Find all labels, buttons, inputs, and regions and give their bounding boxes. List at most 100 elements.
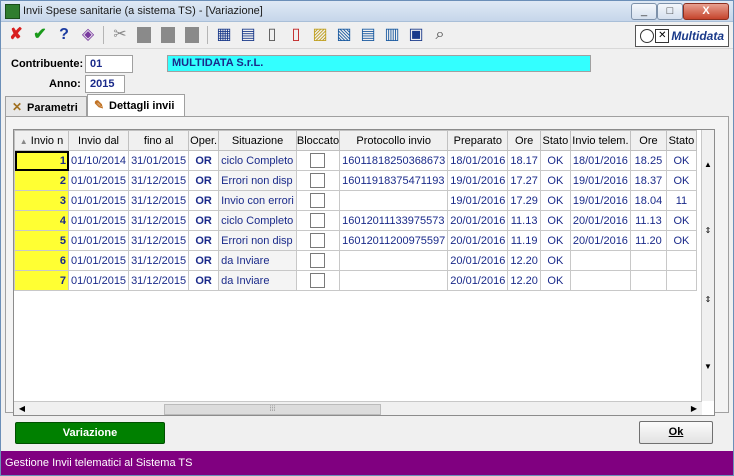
table-cell[interactable] xyxy=(629,270,667,291)
table-icon[interactable]: ▥ xyxy=(381,24,403,46)
table-cell[interactable]: 20/01/2016 xyxy=(447,250,509,271)
bloccato-checkbox[interactable] xyxy=(310,213,326,228)
tab-dettagli-invii[interactable]: ✎ Dettagli invii xyxy=(87,94,185,117)
bloccato-checkbox[interactable] xyxy=(310,193,326,208)
cell-invio-n[interactable]: 1 xyxy=(14,150,69,171)
confirm-icon[interactable]: ✔ xyxy=(29,24,51,46)
col-fino-al[interactable]: fino al xyxy=(128,130,190,151)
table-cell[interactable]: OK xyxy=(539,270,571,291)
col-invio-dal[interactable]: Invio dal xyxy=(67,130,130,151)
col-invio-n[interactable]: ▲ Invio n xyxy=(14,130,69,151)
table-row[interactable]: 3 01/01/2015 31/12/2015 OR Invio con errori 1… xyxy=(14,190,697,211)
table-cell[interactable]: OK xyxy=(539,210,571,231)
table-cell[interactable] xyxy=(339,270,449,291)
table-cell[interactable]: 16012011133975573 xyxy=(339,210,449,231)
table-cell[interactable]: OK xyxy=(665,210,697,231)
binoculars-icon[interactable]: ✂ xyxy=(109,24,131,46)
table-cell[interactable]: 31/12/2015 xyxy=(128,250,190,271)
table-row[interactable]: 6 01/01/2015 31/12/2015 OR da Inviare 20/01/2… xyxy=(14,250,697,271)
table-cell[interactable]: 17.27 xyxy=(507,170,541,191)
contribuente-field[interactable]: 01 xyxy=(85,55,133,73)
ruler-icon[interactable]: ▨ xyxy=(309,24,331,46)
table-cell[interactable]: 19/01/2016 xyxy=(447,170,509,191)
table-cell[interactable]: 31/12/2015 xyxy=(128,230,190,251)
cell-bloccato[interactable] xyxy=(295,190,341,211)
info-icon[interactable]: ◈ xyxy=(77,24,99,46)
table-cell[interactable]: 11 xyxy=(665,190,697,211)
record-gray2-icon[interactable] xyxy=(157,24,179,46)
cell-bloccato[interactable] xyxy=(295,210,341,231)
col-preparato[interactable]: Preparato xyxy=(447,130,509,151)
new-document-icon[interactable]: ▯ xyxy=(261,24,283,46)
col-protocollo[interactable]: Protocollo invio xyxy=(339,130,449,151)
table-cell[interactable] xyxy=(569,250,631,271)
variazione-button[interactable]: Variazione xyxy=(15,422,165,444)
table-cell[interactable]: OK xyxy=(665,150,697,171)
table-cell[interactable]: 18.37 xyxy=(629,170,667,191)
cell-oper[interactable]: OR xyxy=(188,210,220,231)
maximize-button[interactable]: □ xyxy=(657,3,683,20)
cell-oper[interactable]: OR xyxy=(188,190,220,211)
table-cell[interactable]: 17.29 xyxy=(507,190,541,211)
table-cell[interactable]: OK xyxy=(539,170,571,191)
computer-icon[interactable]: ▣ xyxy=(405,24,427,46)
clipboard-icon[interactable]: ▤ xyxy=(237,24,259,46)
table-cell[interactable]: 12.20 xyxy=(507,250,541,271)
cell-oper[interactable]: OR xyxy=(188,270,220,291)
list-icon[interactable]: ▤ xyxy=(357,24,379,46)
table-row[interactable]: 4 01/01/2015 31/12/2015 OR ciclo Completo 160… xyxy=(14,210,697,231)
table-cell[interactable] xyxy=(339,190,449,211)
table-cell[interactable]: 01/01/2015 xyxy=(67,250,130,271)
table-cell[interactable]: da Inviare xyxy=(218,250,297,271)
cell-oper[interactable]: OR xyxy=(188,230,220,251)
table-cell[interactable]: 18.25 xyxy=(629,150,667,171)
cell-oper[interactable]: OR xyxy=(188,150,220,171)
col-stato-telem[interactable]: Stato xyxy=(665,130,697,151)
help-icon[interactable]: ? xyxy=(53,24,75,46)
bloccato-checkbox[interactable] xyxy=(310,173,326,188)
cell-bloccato[interactable] xyxy=(295,270,341,291)
table-row[interactable]: 2 01/01/2015 31/12/2015 OR Errori non disp 16… xyxy=(14,170,697,191)
record-gray3-icon[interactable] xyxy=(181,24,203,46)
cell-invio-n[interactable]: 2 xyxy=(14,170,69,191)
table-cell[interactable]: 20/01/2016 xyxy=(447,230,509,251)
table-cell[interactable]: 01/01/2015 xyxy=(67,230,130,251)
table-cell[interactable]: 20/01/2016 xyxy=(569,230,631,251)
table-cell[interactable] xyxy=(665,270,697,291)
scroll-thumb[interactable]: ⁞⁞⁞ xyxy=(164,404,381,415)
search-icon[interactable]: ⌕ xyxy=(429,24,451,46)
record-gray-icon[interactable] xyxy=(133,24,155,46)
table-cell[interactable]: 12.20 xyxy=(507,270,541,291)
table-cell[interactable]: OK xyxy=(665,230,697,251)
table-cell[interactable]: 01/01/2015 xyxy=(67,190,130,211)
cell-bloccato[interactable] xyxy=(295,150,341,171)
windows-icon[interactable]: ▧ xyxy=(333,24,355,46)
table-cell[interactable]: OK xyxy=(539,190,571,211)
table-cell[interactable]: OK xyxy=(539,150,571,171)
table-cell[interactable]: OK xyxy=(539,250,571,271)
cell-invio-n[interactable]: 3 xyxy=(14,190,69,211)
table-cell[interactable]: 16011918375471193 xyxy=(339,170,449,191)
bloccato-checkbox[interactable] xyxy=(310,153,326,168)
table-cell[interactable]: 11.13 xyxy=(507,210,541,231)
table-cell[interactable]: da Inviare xyxy=(218,270,297,291)
table-cell[interactable]: ciclo Completo xyxy=(218,150,297,171)
table-cell[interactable]: 01/01/2015 xyxy=(67,170,130,191)
bloccato-checkbox[interactable] xyxy=(310,253,326,268)
table-cell[interactable]: OK xyxy=(665,170,697,191)
table-cell[interactable]: 01/01/2015 xyxy=(67,270,130,291)
table-cell[interactable]: 20/01/2016 xyxy=(447,270,509,291)
table-cell[interactable]: 31/12/2015 xyxy=(128,170,190,191)
table-cell[interactable]: ciclo Completo xyxy=(218,210,297,231)
table-row[interactable]: 5 01/01/2015 31/12/2015 OR Errori non disp 16… xyxy=(14,230,697,251)
table-row[interactable]: 1 01/10/2014 31/01/2015 OR ciclo Completo 160… xyxy=(14,150,697,171)
table-cell[interactable]: Errori non disp xyxy=(218,230,297,251)
cell-invio-n[interactable]: 5 xyxy=(14,230,69,251)
cell-oper[interactable]: OR xyxy=(188,170,220,191)
table-cell[interactable]: 31/12/2015 xyxy=(128,190,190,211)
table-cell[interactable]: Errori non disp xyxy=(218,170,297,191)
scroll-down-icon[interactable]: ▼ xyxy=(704,362,712,371)
scroll-left-icon[interactable]: ◀ xyxy=(16,403,28,414)
col-situazione[interactable]: Situazione xyxy=(218,130,297,151)
ok-button[interactable]: Ok xyxy=(639,421,713,444)
